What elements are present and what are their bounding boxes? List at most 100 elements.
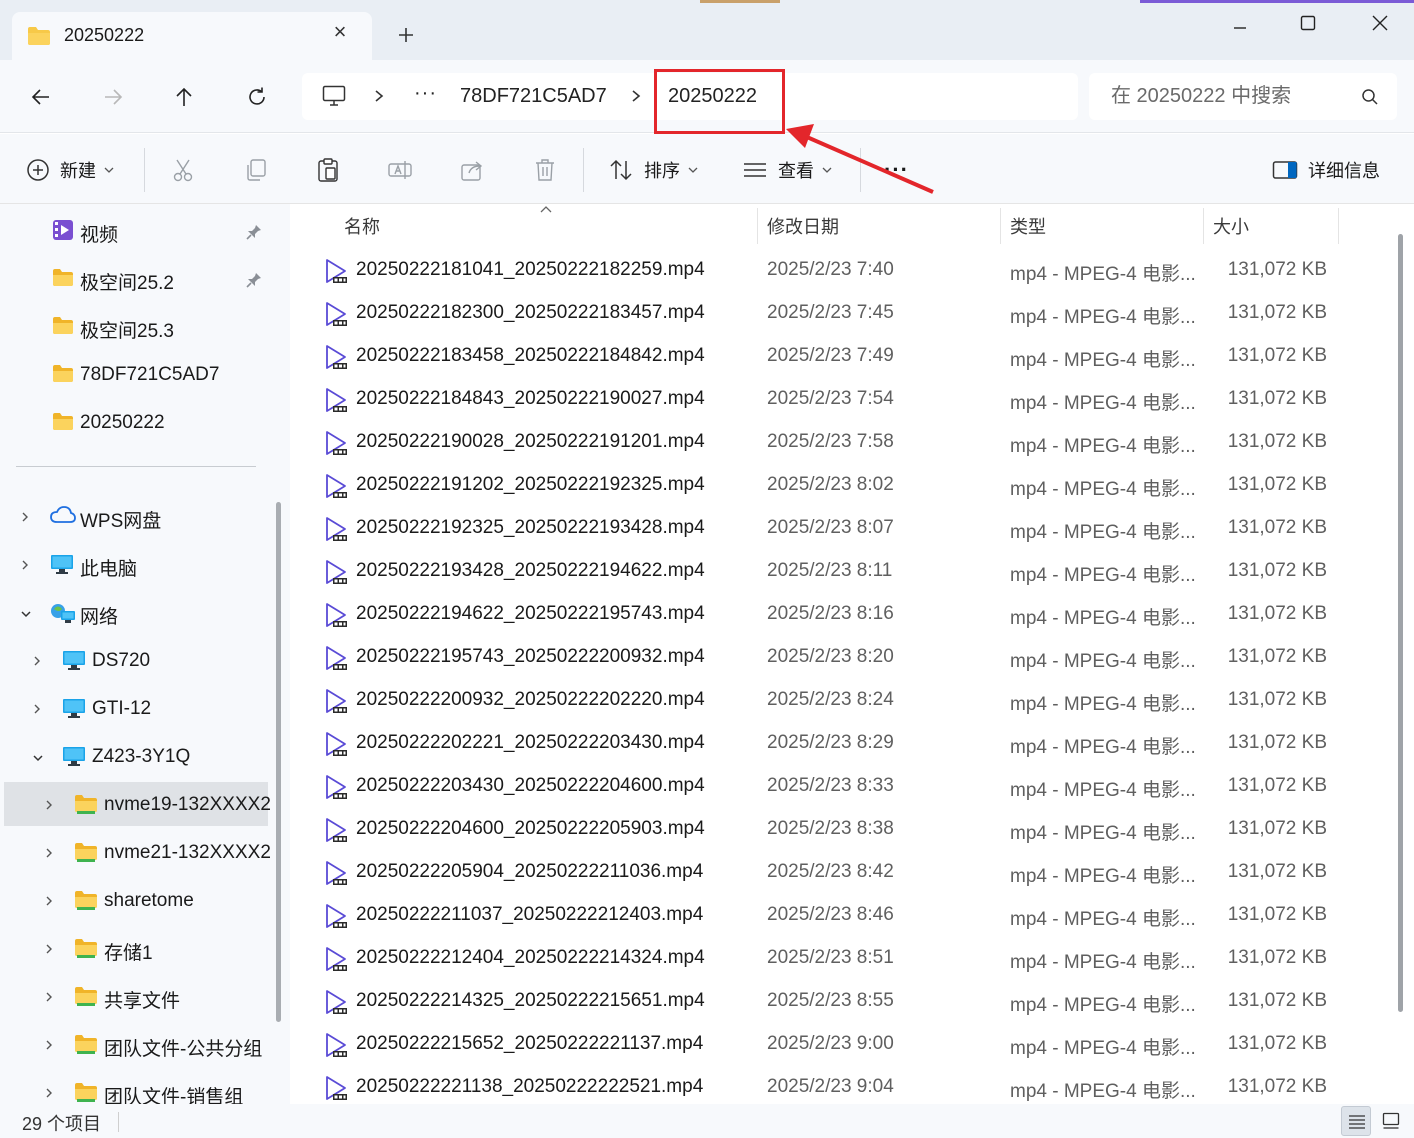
chevron-right-icon[interactable] <box>372 86 386 106</box>
details-pane-button[interactable]: 详细信息 <box>1272 152 1380 188</box>
file-row[interactable]: 20250222212404_20250222214324.mp4 2025/2/… <box>296 938 1356 981</box>
back-button[interactable] <box>24 80 58 114</box>
tree-item[interactable]: sharetome <box>0 878 268 922</box>
chevron-right-icon[interactable] <box>44 846 54 864</box>
breadcrumb-parent[interactable]: 78DF721C5AD7 <box>460 85 607 108</box>
file-row[interactable]: 20250222182300_20250222183457.mp4 2025/2/… <box>296 293 1356 336</box>
file-row[interactable]: 20250222211037_20250222212403.mp4 2025/2/… <box>296 895 1356 938</box>
file-list-scrollbar[interactable] <box>1398 234 1403 1012</box>
new-tab-button[interactable] <box>393 22 419 48</box>
quick-access-item[interactable]: 极空间25.2 <box>0 256 268 300</box>
file-row[interactable]: 20250222195743_20250222200932.mp4 2025/2/… <box>296 637 1356 680</box>
tree-item[interactable]: GTI-12 <box>0 686 268 730</box>
file-name[interactable]: 20250222215652_20250222221137.mp4 <box>356 1033 703 1055</box>
sort-button[interactable]: 排序 <box>608 152 698 188</box>
search-box[interactable] <box>1089 73 1397 120</box>
tree-item[interactable]: 此电脑 <box>0 542 268 586</box>
tree-item[interactable]: 网络 <box>0 590 268 634</box>
tree-item[interactable]: 存储1 <box>0 926 268 970</box>
file-row[interactable]: 20250222202221_20250222203430.mp4 2025/2/… <box>296 723 1356 766</box>
quick-access-item[interactable]: 视频 <box>0 208 268 252</box>
column-type[interactable]: 类型 <box>1010 213 1046 239</box>
file-row[interactable]: 20250222190028_20250222191201.mp4 2025/2/… <box>296 422 1356 465</box>
chevron-right-icon[interactable] <box>44 990 54 1008</box>
file-name[interactable]: 20250222200932_20250222202220.mp4 <box>356 689 705 711</box>
pin-icon[interactable] <box>245 223 263 246</box>
file-row[interactable]: 20250222183458_20250222184842.mp4 2025/2/… <box>296 336 1356 379</box>
file-row[interactable]: 20250222214325_20250222215651.mp4 2025/2/… <box>296 981 1356 1024</box>
file-name[interactable]: 20250222191202_20250222192325.mp4 <box>356 474 705 496</box>
close-tab-button[interactable]: × <box>330 21 350 43</box>
tree-item[interactable]: DS720 <box>0 638 268 682</box>
file-row[interactable]: 20250222191202_20250222192325.mp4 2025/2/… <box>296 465 1356 508</box>
column-name[interactable]: 名称 <box>344 213 380 239</box>
file-name[interactable]: 20250222184843_20250222190027.mp4 <box>356 388 705 410</box>
up-button[interactable] <box>167 80 201 114</box>
new-button[interactable]: 新建 <box>26 152 114 188</box>
file-row[interactable]: 20250222181041_20250222182259.mp4 2025/2/… <box>296 250 1356 293</box>
column-resize-handle[interactable] <box>1338 208 1339 244</box>
chevron-right-icon[interactable] <box>32 702 42 720</box>
tree-item[interactable]: WPS网盘 <box>0 494 268 538</box>
file-name[interactable]: 20250222221138_20250222222521.mp4 <box>356 1076 703 1098</box>
pin-icon[interactable] <box>245 271 263 294</box>
column-date[interactable]: 修改日期 <box>767 213 839 239</box>
copy-button[interactable] <box>243 152 269 188</box>
chevron-down-icon[interactable] <box>32 750 44 768</box>
tab-current-folder[interactable]: 20250222 × <box>12 12 372 60</box>
tiles-view-button[interactable] <box>1376 1106 1406 1136</box>
chevron-right-icon[interactable] <box>629 86 643 106</box>
tree-item[interactable]: Z423-3Y1Q <box>0 734 268 778</box>
cut-button[interactable] <box>170 152 196 188</box>
file-row[interactable]: 20250222203430_20250222204600.mp4 2025/2/… <box>296 766 1356 809</box>
tree-item[interactable]: 共享文件 <box>0 974 268 1018</box>
file-name[interactable]: 20250222181041_20250222182259.mp4 <box>356 259 705 281</box>
file-name[interactable]: 20250222202221_20250222203430.mp4 <box>356 732 705 754</box>
share-button[interactable] <box>460 152 486 188</box>
computer-icon[interactable] <box>322 85 346 112</box>
tree-item[interactable]: 团队文件-销售组 <box>0 1070 268 1104</box>
chevron-right-icon[interactable] <box>44 894 54 912</box>
forward-button[interactable] <box>96 80 130 114</box>
column-resize-handle[interactable] <box>1000 208 1001 244</box>
file-name[interactable]: 20250222192325_20250222193428.mp4 <box>356 517 705 539</box>
quick-access-item[interactable]: 极空间25.3 <box>0 304 268 348</box>
chevron-right-icon[interactable] <box>20 510 30 528</box>
chevron-down-icon[interactable] <box>20 606 32 624</box>
quick-access-item[interactable]: 20250222 <box>0 400 268 444</box>
file-row[interactable]: 20250222221138_20250222222521.mp4 2025/2/… <box>296 1067 1356 1104</box>
file-name[interactable]: 20250222212404_20250222214324.mp4 <box>356 947 705 969</box>
file-name[interactable]: 20250222182300_20250222183457.mp4 <box>356 302 705 324</box>
file-row[interactable]: 20250222192325_20250222193428.mp4 2025/2/… <box>296 508 1356 551</box>
chevron-right-icon[interactable] <box>44 798 54 816</box>
file-row[interactable]: 20250222205904_20250222211036.mp4 2025/2/… <box>296 852 1356 895</box>
close-window-button[interactable] <box>1360 8 1400 38</box>
breadcrumb-overflow[interactable]: ··· <box>414 82 437 105</box>
file-name[interactable]: 20250222204600_20250222205903.mp4 <box>356 818 705 840</box>
file-name[interactable]: 20250222203430_20250222204600.mp4 <box>356 775 705 797</box>
maximize-button[interactable] <box>1288 8 1328 38</box>
file-name[interactable]: 20250222214325_20250222215651.mp4 <box>356 990 705 1012</box>
search-input[interactable] <box>1089 73 1349 120</box>
file-name[interactable]: 20250222195743_20250222200932.mp4 <box>356 646 705 668</box>
file-name[interactable]: 20250222211037_20250222212403.mp4 <box>356 904 703 926</box>
tree-item[interactable]: nvme19-132XXXX2 <box>4 782 271 826</box>
file-row[interactable]: 20250222204600_20250222205903.mp4 2025/2/… <box>296 809 1356 852</box>
chevron-right-icon[interactable] <box>44 1038 54 1056</box>
file-row[interactable]: 20250222200932_20250222202220.mp4 2025/2/… <box>296 680 1356 723</box>
details-view-button[interactable] <box>1341 1106 1371 1136</box>
tree-item[interactable]: nvme21-132XXXX2 <box>0 830 271 874</box>
chevron-right-icon[interactable] <box>44 1086 54 1104</box>
rename-button[interactable] <box>387 152 413 188</box>
quick-access-item[interactable]: 78DF721C5AD7 <box>0 352 268 396</box>
file-row[interactable]: 20250222184843_20250222190027.mp4 2025/2/… <box>296 379 1356 422</box>
file-row[interactable]: 20250222194622_20250222195743.mp4 2025/2/… <box>296 594 1356 637</box>
minimize-button[interactable] <box>1220 8 1260 38</box>
chevron-right-icon[interactable] <box>44 942 54 960</box>
paste-button[interactable] <box>315 152 341 188</box>
file-name[interactable]: 20250222194622_20250222195743.mp4 <box>356 603 705 625</box>
file-name[interactable]: 20250222193428_20250222194622.mp4 <box>356 560 705 582</box>
chevron-right-icon[interactable] <box>32 654 42 672</box>
file-row[interactable]: 20250222193428_20250222194622.mp4 2025/2/… <box>296 551 1356 594</box>
file-name[interactable]: 20250222205904_20250222211036.mp4 <box>356 861 703 883</box>
